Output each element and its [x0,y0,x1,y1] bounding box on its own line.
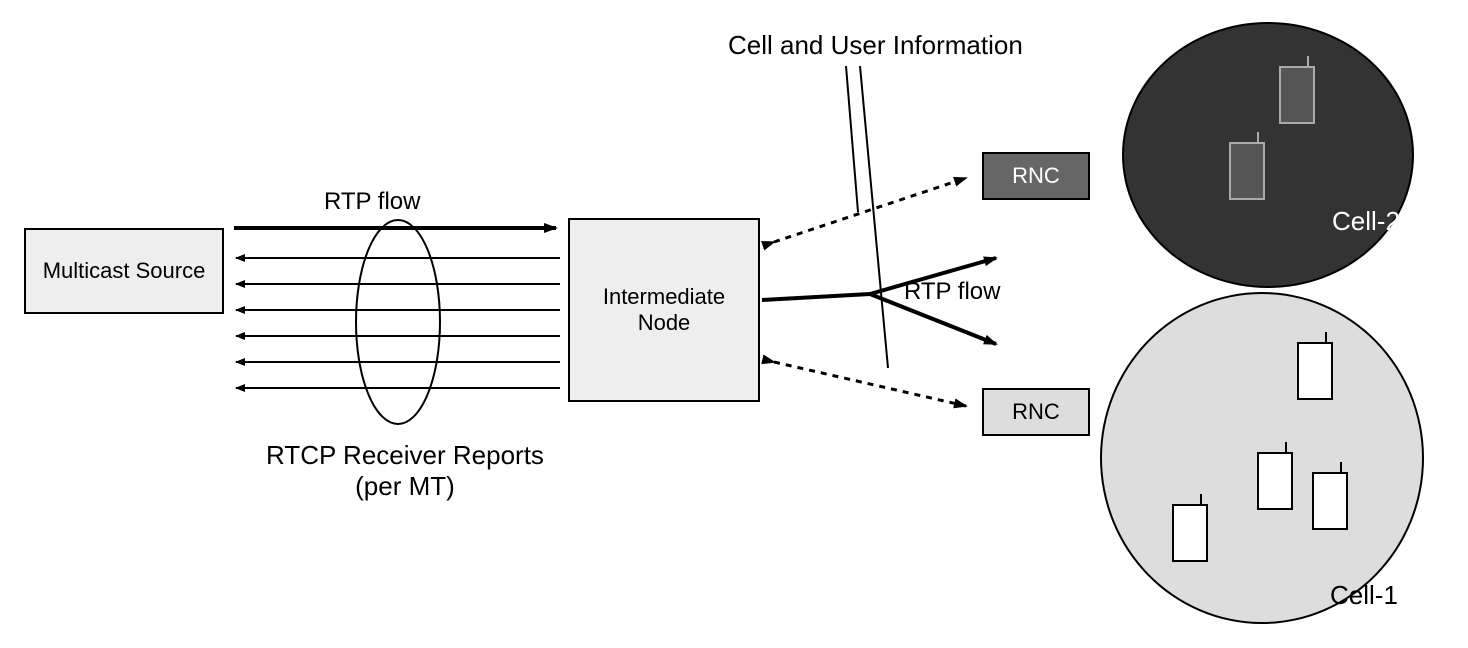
rtp-flow-left-label: RTP flow [324,188,420,216]
cell-1-label: Cell-1 [1330,580,1398,611]
cell-2-label: Cell-2 [1332,206,1400,237]
phone-icon [1257,452,1293,510]
phone-icon [1297,342,1333,400]
rnc-top-label: RNC [1012,163,1060,189]
phone-icon [1172,504,1208,562]
cell-info-arrow-top [774,178,966,242]
cell-1-oval [1100,292,1424,624]
rtcp-feedback-arrows [236,258,560,388]
phone-icon [1279,66,1315,124]
rtcp-reports-label: RTCP Receiver Reports (per MT) [266,440,544,502]
phone-icon [1312,472,1348,530]
rnc-bottom-box: RNC [982,388,1090,436]
rnc-top-box: RNC [982,152,1090,200]
rnc-bottom-label: RNC [1012,399,1060,425]
rtcp-ellipse [356,220,440,424]
cell-info-arrow-bottom [774,362,966,406]
cell-2-oval [1122,22,1414,288]
cell-info-pointer-lines [846,66,888,368]
phone-icon [1229,142,1265,200]
intermediate-node-label: Intermediate Node [574,284,754,336]
cell-user-info-label: Cell and User Information [728,30,1023,61]
intermediate-node-box: Intermediate Node [568,218,760,402]
multicast-source-box: Multicast Source [24,228,224,314]
rtp-flow-right-label: RTP flow [904,278,1000,306]
multicast-source-label: Multicast Source [43,258,206,284]
